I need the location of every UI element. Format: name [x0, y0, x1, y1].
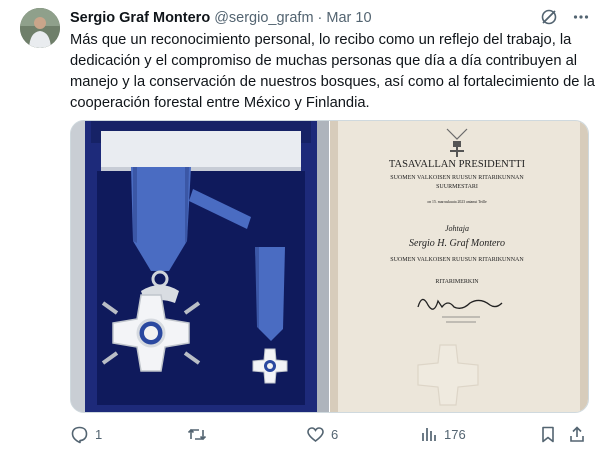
separator-dot: · — [317, 10, 323, 26]
certificate-order-line3: SUOMEN VALKOISEN RUUSUN RITARIKUNNAN — [390, 257, 524, 263]
bookmark-icon — [539, 425, 557, 444]
reply-button[interactable]: 1 — [70, 422, 102, 446]
certificate-recipient: Sergio H. Graf Montero — [409, 238, 505, 249]
medal-photo[interactable] — [71, 121, 329, 412]
author-name[interactable]: Sergio Graf Montero — [70, 10, 210, 26]
avatar[interactable] — [20, 8, 60, 48]
share-button[interactable] — [568, 422, 586, 446]
reply-icon — [70, 425, 89, 444]
certificate-recipient-prefix: Johtaja — [445, 224, 469, 233]
certificate-heading: TASAVALLAN PRESIDENTTI — [389, 159, 526, 170]
views-icon — [420, 425, 438, 443]
certificate-rank: RITARIMERKIN — [435, 279, 479, 285]
retweet-button[interactable] — [187, 422, 213, 446]
like-count: 6 — [331, 426, 339, 442]
retweet-icon — [187, 425, 207, 444]
bookmark-button[interactable] — [539, 422, 557, 446]
tweet[interactable]: Sergio Graf Montero @sergio_grafm · Mar … — [0, 0, 609, 462]
tweet-text: Más que un reconocimiento personal, lo r… — [70, 32, 595, 111]
reply-count: 1 — [95, 426, 103, 442]
heart-icon — [306, 425, 325, 444]
views-button[interactable]: 176 — [420, 422, 466, 446]
certificate-order-line2: SUURMESTARI — [436, 184, 478, 190]
grok-icon[interactable] — [540, 8, 558, 30]
author-handle[interactable]: @sergio_grafm — [214, 10, 313, 26]
tweet-actions: 1 6 176 — [70, 422, 587, 446]
tweet-media[interactable]: TASAVALLAN PRESIDENTTI SUOMEN VALKOISEN … — [70, 120, 589, 413]
certificate-order-line1: SUOMEN VALKOISEN RUUSUN RITARIKUNNAN — [390, 175, 524, 181]
certificate-photo[interactable]: TASAVALLAN PRESIDENTTI SUOMEN VALKOISEN … — [330, 121, 588, 412]
share-icon — [568, 425, 586, 444]
like-button[interactable]: 6 — [306, 422, 338, 446]
tweet-date[interactable]: Mar 10 — [326, 10, 371, 26]
more-options-icon[interactable] — [572, 8, 590, 30]
views-count: 176 — [444, 426, 466, 442]
certificate-date-line: on 15. marraskuuta 2023 antanut Teille — [427, 200, 487, 204]
tweet-header: Sergio Graf Montero @sergio_grafm · Mar … — [70, 8, 590, 28]
